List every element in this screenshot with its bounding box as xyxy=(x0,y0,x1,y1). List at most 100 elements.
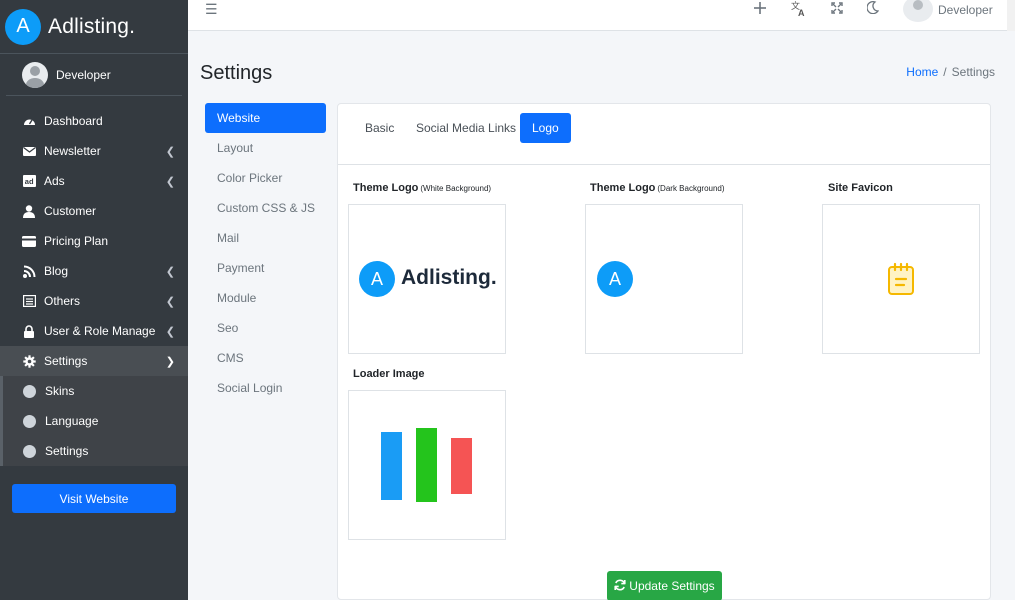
settings-menu-website[interactable]: Website xyxy=(205,103,326,133)
brand-name: Adlisting. xyxy=(48,14,136,38)
brand-logo-icon: A xyxy=(597,261,633,297)
notepad-icon xyxy=(886,262,916,301)
page-title: Settings xyxy=(200,62,273,84)
sidebar-item-label: Others xyxy=(44,294,81,308)
update-settings-label: Update Settings xyxy=(629,579,715,593)
site-favicon-label: Site Favicon xyxy=(828,182,893,194)
sidebar-item-label: Settings xyxy=(44,354,88,368)
sidebar-item-label: Newsletter xyxy=(44,144,101,158)
brand[interactable]: A Adlisting. xyxy=(0,0,188,54)
sidebar-item-customer[interactable]: Customer xyxy=(0,196,188,226)
sidebar-item-user-role-manage[interactable]: User & Role Manage ❮ xyxy=(0,316,188,346)
circle-icon xyxy=(23,444,36,458)
envelope-icon xyxy=(22,144,36,158)
breadcrumb-separator: / xyxy=(943,65,947,79)
settings-menu-color-picker[interactable]: Color Picker xyxy=(205,163,326,193)
brand-logo-icon: A xyxy=(5,8,41,45)
scrollbar[interactable] xyxy=(1007,0,1015,31)
tab-social-media-links[interactable]: Social Media Links xyxy=(404,113,528,143)
visit-website-button[interactable]: Visit Website xyxy=(12,484,176,513)
sidebar: A Adlisting. Developer Dashboard Newslet… xyxy=(0,0,188,600)
tab-basic[interactable]: Basic xyxy=(353,113,406,143)
sidebar-item-dashboard[interactable]: Dashboard xyxy=(0,106,188,136)
sidebar-item-label: Skins xyxy=(45,384,75,398)
settings-menu-seo[interactable]: Seo xyxy=(205,313,326,343)
logo-settings-card: Basic Social Media Links Logo Theme Logo… xyxy=(337,103,991,600)
user-icon xyxy=(22,204,36,218)
loader-bars-icon xyxy=(381,428,473,509)
svg-text:ad: ad xyxy=(24,177,33,186)
user-name: Developer xyxy=(56,67,111,82)
loader-image-label: Loader Image xyxy=(353,368,425,380)
breadcrumb-current: Settings xyxy=(951,65,995,79)
brand-logo-icon: A xyxy=(359,261,395,297)
theme-logo-white-upload[interactable]: A Adlisting. xyxy=(348,204,506,354)
settings-menu-cms[interactable]: CMS xyxy=(205,343,326,373)
user-panel[interactable]: Developer xyxy=(6,54,182,96)
sidebar-item-label: Ads xyxy=(44,174,65,188)
fullscreen-icon[interactable] xyxy=(831,1,843,17)
settings-menu-payment[interactable]: Payment xyxy=(205,253,326,283)
site-favicon-upload[interactable] xyxy=(822,204,980,354)
sidebar-item-pricing-plan[interactable]: Pricing Plan xyxy=(0,226,188,256)
settings-tabs: Basic Social Media Links Logo xyxy=(338,104,990,165)
settings-menu-custom-css-js[interactable]: Custom CSS & JS xyxy=(205,193,326,223)
sidebar-subitem-language[interactable]: Language xyxy=(3,406,188,436)
settings-menu-module[interactable]: Module xyxy=(205,283,326,313)
breadcrumb-home-link[interactable]: Home xyxy=(906,65,938,79)
sidebar-item-ads[interactable]: ad Ads ❮ xyxy=(0,166,188,196)
sidebar-item-label: Language xyxy=(45,414,99,428)
sidebar-nav: Dashboard Newsletter ❮ ad Ads ❮ Customer xyxy=(0,106,188,466)
moon-icon[interactable] xyxy=(866,1,880,17)
avatar[interactable] xyxy=(903,0,933,22)
sidebar-item-label: Customer xyxy=(44,204,97,218)
sidebar-subitem-skins[interactable]: Skins xyxy=(3,376,188,406)
settings-menu-mail[interactable]: Mail xyxy=(205,223,326,253)
circle-icon xyxy=(23,414,36,428)
sidebar-item-settings[interactable]: Settings ❯ xyxy=(0,346,188,376)
sidebar-item-others[interactable]: Others ❮ xyxy=(0,286,188,316)
sidebar-item-label: User & Role Manage xyxy=(44,324,156,338)
list-icon xyxy=(22,294,36,308)
settings-submenu: Skins Language Settings xyxy=(0,376,188,466)
theme-logo-dark-note: (Dark Background) xyxy=(657,184,725,193)
loader-image-upload[interactable] xyxy=(348,390,506,540)
sidebar-subitem-settings[interactable]: Settings xyxy=(3,436,188,466)
sidebar-item-blog[interactable]: Blog ❮ xyxy=(0,256,188,286)
sidebar-item-label: Blog xyxy=(44,264,69,278)
update-settings-button[interactable]: Update Settings xyxy=(607,571,722,600)
theme-logo-white-title: Theme Logo xyxy=(353,182,419,194)
gear-icon xyxy=(22,354,36,368)
plus-icon[interactable] xyxy=(754,1,766,17)
chevron-down-icon: ❯ xyxy=(165,355,175,368)
chevron-left-icon: ❮ xyxy=(165,295,175,308)
chevron-left-icon: ❮ xyxy=(165,265,175,278)
blog-icon xyxy=(22,264,36,278)
dashboard-icon xyxy=(22,114,36,128)
settings-menu: Website Layout Color Picker Custom CSS &… xyxy=(205,103,326,403)
breadcrumb: Home / Settings xyxy=(906,65,995,79)
sidebar-item-label: Pricing Plan xyxy=(44,234,109,248)
logo-wordmark: Adlisting. xyxy=(401,266,497,289)
theme-logo-dark-title: Theme Logo xyxy=(590,182,656,194)
sidebar-item-newsletter[interactable]: Newsletter ❮ xyxy=(0,136,188,166)
topbar-user-name[interactable]: Developer xyxy=(938,3,993,17)
svg-text:A: A xyxy=(798,8,805,17)
credit-card-icon xyxy=(22,234,36,248)
chevron-left-icon: ❮ xyxy=(165,175,175,188)
settings-menu-social-login[interactable]: Social Login xyxy=(205,373,326,403)
settings-menu-layout[interactable]: Layout xyxy=(205,133,326,163)
translate-icon[interactable]: 文A xyxy=(791,0,807,20)
sync-icon xyxy=(614,579,626,594)
sidebar-item-label: Dashboard xyxy=(44,114,103,128)
hamburger-menu-icon[interactable]: ☰ xyxy=(205,1,218,18)
circle-icon xyxy=(23,384,36,398)
topbar: ☰ 文A Developer xyxy=(188,0,1015,31)
sidebar-item-label: Settings xyxy=(45,444,89,458)
avatar xyxy=(22,61,48,88)
lock-icon xyxy=(22,324,36,338)
theme-logo-dark-label: Theme Logo (Dark Background) xyxy=(590,182,725,194)
tab-logo[interactable]: Logo xyxy=(520,113,571,143)
theme-logo-dark-upload[interactable]: A xyxy=(585,204,743,354)
chevron-left-icon: ❮ xyxy=(165,145,175,158)
